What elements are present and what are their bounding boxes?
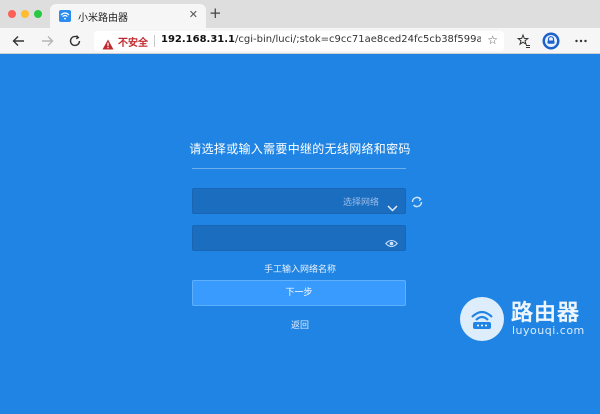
star-icon[interactable]: ☆: [487, 33, 498, 47]
refresh-icon[interactable]: [410, 194, 424, 213]
back-link[interactable]: 返回: [0, 318, 600, 331]
title-bar: 小米路由器 ✕ +: [0, 0, 600, 28]
chevron-down-icon[interactable]: [387, 197, 398, 216]
network-select[interactable]: 选择网络: [192, 188, 406, 214]
reading-list-icon[interactable]: [514, 32, 532, 54]
password-field[interactable]: [192, 225, 406, 251]
wifi-favicon-icon: [59, 10, 71, 22]
minimize-window-button[interactable]: [21, 10, 29, 18]
router-setup-page: 请选择或输入需要中继的无线网络和密码 选择网络 手工输入网络名称 下一步 返回: [0, 55, 600, 414]
arrow-right-icon[interactable]: [38, 32, 56, 50]
tab-title: 小米路由器: [78, 13, 128, 24]
eye-icon[interactable]: [385, 233, 398, 252]
insecure-label[interactable]: 不安全: [118, 34, 148, 49]
close-window-button[interactable]: [8, 10, 16, 18]
address-separator: [154, 35, 155, 47]
manual-entry-link[interactable]: 手工输入网络名称: [0, 262, 600, 275]
more-icon[interactable]: [572, 32, 590, 54]
heading-divider: [192, 168, 406, 169]
profile-icon[interactable]: [542, 32, 560, 54]
page-heading: 请选择或输入需要中继的无线网络和密码: [189, 142, 411, 156]
warning-icon: [102, 35, 114, 54]
network-select-placeholder: 选择网络: [342, 198, 379, 208]
address-bar[interactable]: 不安全 192.168.31.1/cgi-bin/luci/;stok=c9cc…: [94, 31, 504, 51]
watermark-logo-icon: [460, 297, 504, 341]
new-tab-button[interactable]: +: [209, 4, 222, 22]
tab-close-icon[interactable]: ✕: [189, 8, 198, 22]
url-host: 192.168.31.1: [161, 34, 236, 45]
browser-toolbar: 不安全 192.168.31.1/cgi-bin/luci/;stok=c9cc…: [0, 28, 600, 54]
reload-icon[interactable]: [66, 32, 84, 50]
tab-router[interactable]: 小米路由器 ✕: [50, 4, 206, 28]
url-text[interactable]: 192.168.31.1/cgi-bin/luci/;stok=c9cc71ae…: [161, 34, 481, 45]
watermark-title: 路由器: [511, 301, 581, 326]
url-path: /cgi-bin/luci/;stok=c9cc71ae8ced24fc5cb3…: [235, 34, 481, 45]
watermark-subtitle: luyouqi.com: [512, 324, 585, 337]
arrow-left-icon[interactable]: [10, 32, 28, 50]
zoom-window-button[interactable]: [34, 10, 42, 18]
next-button[interactable]: 下一步: [192, 280, 406, 306]
